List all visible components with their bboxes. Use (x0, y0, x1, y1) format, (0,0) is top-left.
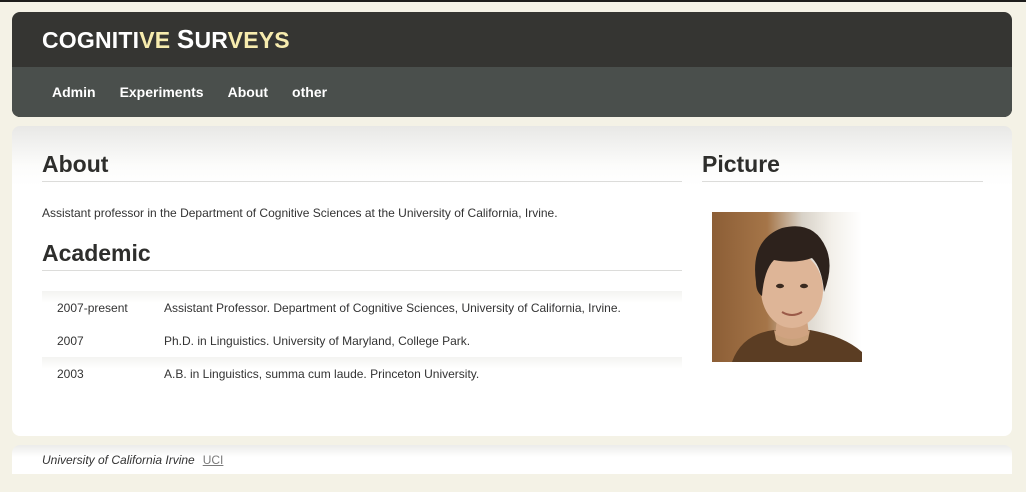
footer-uci-link[interactable]: UCI (203, 453, 224, 467)
nav-item-experiments[interactable]: Experiments (120, 84, 204, 100)
about-text: Assistant professor in the Department of… (42, 206, 558, 220)
site-logo-title[interactable]: Cognitive Surveys (42, 24, 290, 54)
brand-part-4: ur (194, 27, 228, 53)
profile-photo (712, 212, 862, 362)
row-year: 2003 (42, 357, 149, 390)
row-description: Assistant Professor. Department of Cogni… (149, 291, 682, 324)
content-panel: About Assistant professor in the Departm… (12, 126, 1012, 436)
about-heading: About (42, 151, 682, 182)
brand-part-2: ve (139, 27, 177, 53)
top-border-line (0, 0, 1026, 2)
main-column: About Assistant professor in the Departm… (42, 151, 682, 390)
academic-heading: Academic (42, 240, 682, 271)
footer-institution: University of California Irvine (42, 452, 195, 467)
brand-part-5: veys (227, 27, 290, 53)
nav-item-other[interactable]: other (292, 84, 327, 100)
academic-table: 2007-present Assistant Professor. Depart… (42, 291, 682, 390)
nav-item-about[interactable]: About (228, 84, 268, 100)
side-column: Picture (702, 151, 983, 362)
table-row: 2007 Ph.D. in Linguistics. University of… (42, 324, 682, 357)
main-nav: Admin Experiments About other (12, 67, 1012, 117)
row-description: Ph.D. in Linguistics. University of Mary… (164, 333, 471, 348)
row-description: A.B. in Linguistics, summa cum laude. Pr… (149, 357, 682, 390)
brand-part-1: Cogniti (42, 27, 140, 53)
site-footer: University of California Irvine UCI (12, 445, 1012, 474)
table-row: 2003 A.B. in Linguistics, summa cum laud… (42, 357, 682, 390)
row-year: 2007-present (42, 291, 149, 324)
table-row: 2007-present Assistant Professor. Depart… (42, 291, 682, 324)
picture-heading: Picture (702, 151, 983, 182)
row-year: 2007 (57, 333, 84, 348)
site-header: Cognitive Surveys Admin Experiments Abou… (12, 12, 1012, 117)
brand-part-3: S (176, 24, 195, 54)
portrait-image (732, 226, 862, 362)
nav-item-admin[interactable]: Admin (52, 84, 96, 100)
